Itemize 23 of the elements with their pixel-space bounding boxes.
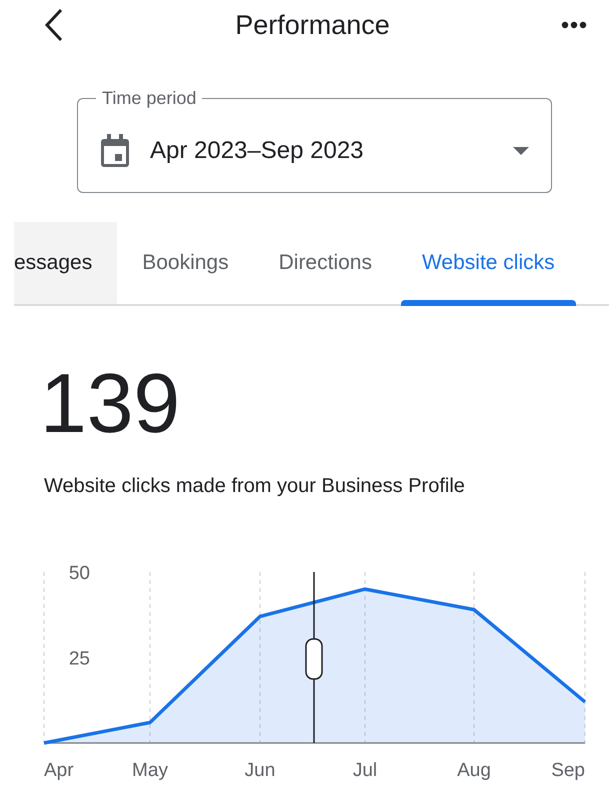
dropdown-caret-icon <box>513 147 529 155</box>
x-tick-label: Apr <box>44 760 74 781</box>
tab[interactable]: Website clicks <box>396 222 580 304</box>
x-tick-label: Sep <box>551 760 585 781</box>
chart-scrubber[interactable] <box>305 571 323 745</box>
total-count: 139 <box>40 361 182 445</box>
page-title: Performance <box>235 10 390 40</box>
x-tick-label: Jun <box>244 760 276 781</box>
y-tick-label: 25 <box>68 648 90 670</box>
more-icon[interactable] <box>560 21 587 29</box>
caption: Website clicks made from your Business Profile <box>44 475 466 498</box>
field-value: Apr 2023–Sep 2023 <box>150 137 365 165</box>
x-tick-label: Jul <box>352 760 378 781</box>
calendar-icon <box>100 134 130 168</box>
tab[interactable]: essages <box>14 222 118 304</box>
y-tick-label: 50 <box>68 563 90 584</box>
tab[interactable]: Directions <box>254 222 397 304</box>
x-tick-label: May <box>132 760 168 781</box>
back-icon[interactable] <box>44 8 64 42</box>
time-period-dropdown[interactable]: Time period Apr 2023–Sep 2023 <box>77 88 552 193</box>
field-label: Time period <box>101 88 198 109</box>
x-tick-label: Aug <box>457 760 491 781</box>
tab[interactable]: Bookings <box>117 222 254 304</box>
